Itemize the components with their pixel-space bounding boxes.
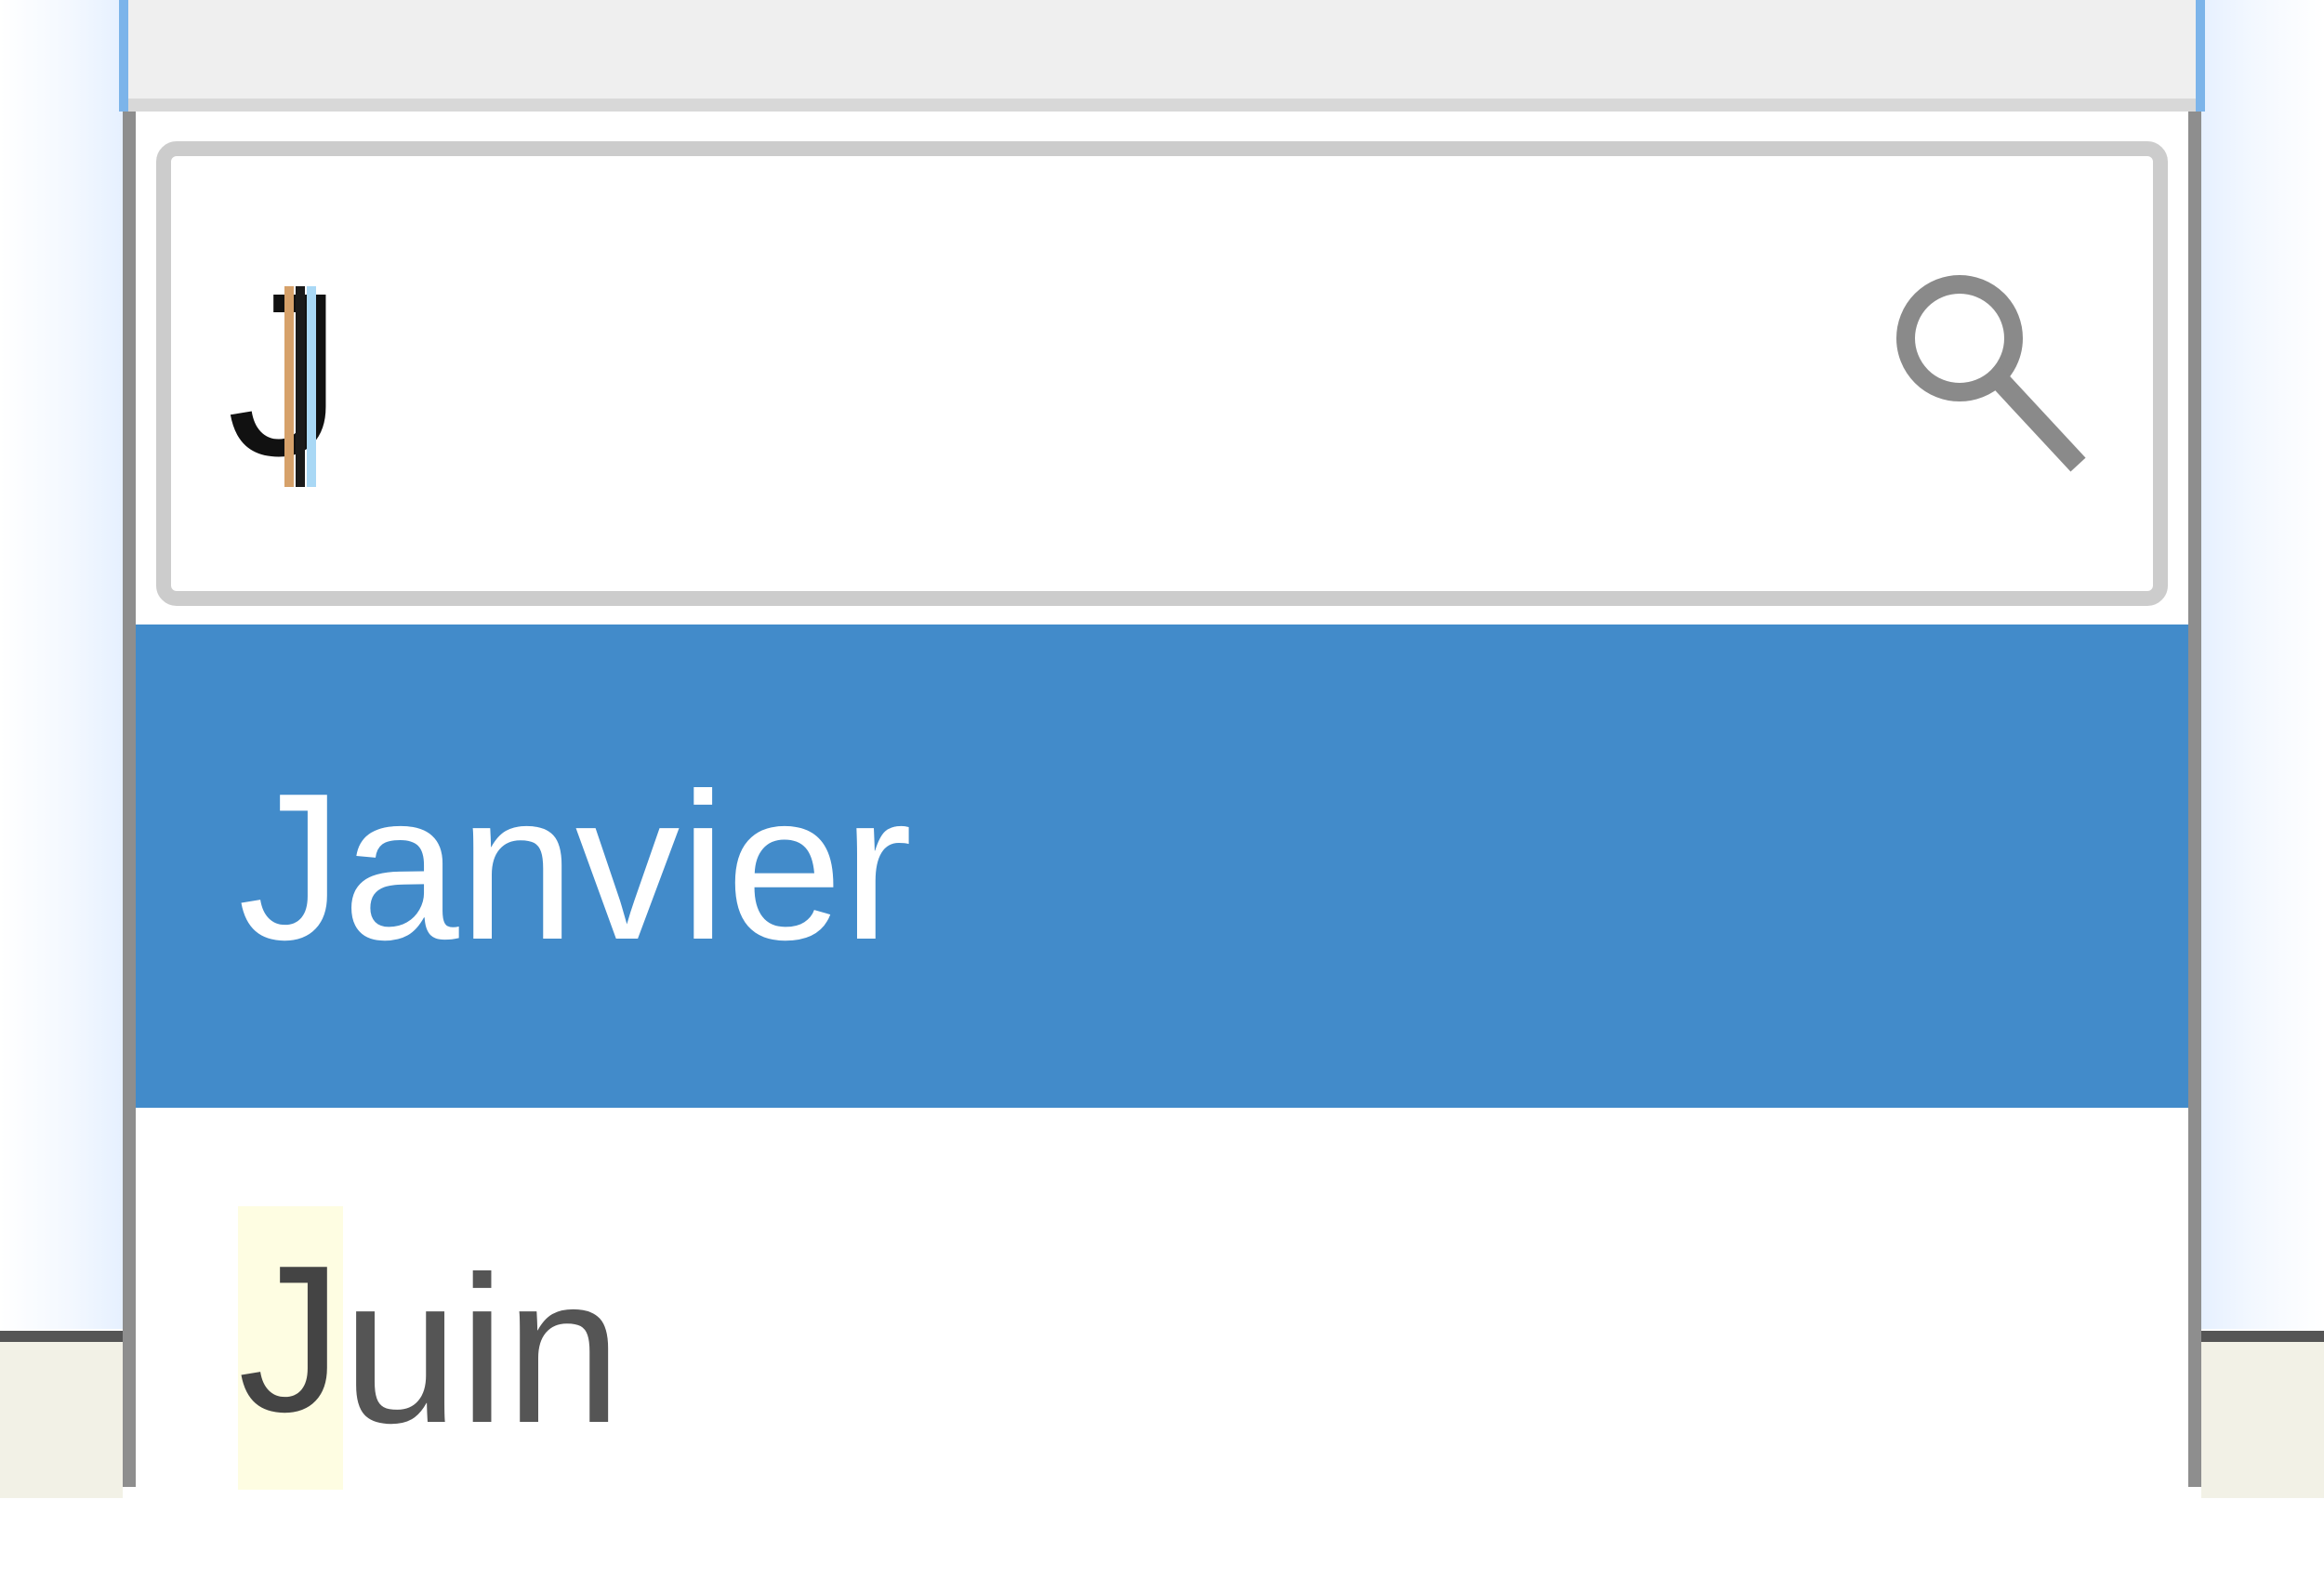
option-janvier[interactable]: Janvier [136, 625, 2188, 1108]
dropdown-panel: Janvier Juin [123, 112, 2201, 1491]
options-list: Janvier Juin [136, 625, 2188, 1591]
text-cursor [296, 286, 305, 487]
select-header[interactable] [123, 0, 2201, 112]
focus-outline-left [119, 0, 128, 112]
page-band-right [2201, 1331, 2324, 1498]
focus-outline-right [2196, 0, 2205, 112]
option-label: uin [342, 1232, 622, 1466]
search-icon [1896, 275, 2086, 472]
search-box[interactable] [156, 141, 2168, 606]
select-dropdown: Janvier Juin [119, 0, 2205, 1491]
page-background-right [2194, 0, 2324, 1329]
search-input[interactable] [227, 156, 1956, 591]
page-background-left [0, 0, 130, 1329]
option-label: anvier [342, 749, 913, 983]
option-juin[interactable]: Juin [136, 1108, 2188, 1591]
option-match: J [238, 749, 343, 983]
option-match: J [238, 1206, 343, 1491]
page-band-left [0, 1331, 123, 1498]
